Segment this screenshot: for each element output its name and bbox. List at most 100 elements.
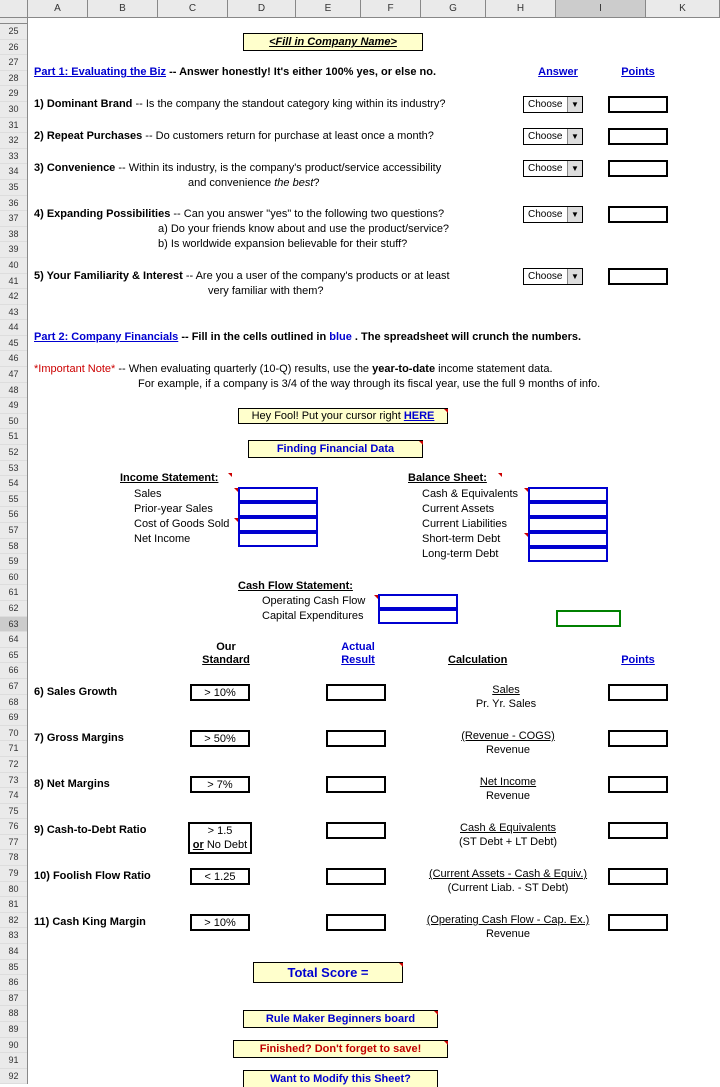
metric-6-std: > 10% (190, 684, 250, 701)
important-note: *Important Note* -- When evaluating quar… (34, 363, 553, 375)
q2: 2) Repeat Purchases -- Do customers retu… (34, 130, 434, 142)
metric-10-actual (326, 868, 386, 885)
income-sales: Sales (134, 488, 162, 500)
chevron-down-icon: ▼ (567, 129, 582, 144)
metric-10-calc1: (Current Assets - Cash & Equiv.) (418, 868, 598, 880)
q4-b: b) Is worldwide expansion believable for… (158, 238, 407, 250)
input-current-assets[interactable] (528, 502, 608, 517)
q4-points-box (608, 206, 668, 223)
q3-line2: and convenience the best? (188, 177, 320, 189)
income-statement-header: Income Statement: (120, 472, 218, 484)
metric-10-points (608, 868, 668, 885)
result-hdr: Result (326, 654, 390, 666)
metric-6-calc1: Sales (456, 684, 556, 696)
q5: 5) Your Familiarity & Interest -- Are yo… (34, 270, 450, 282)
bs-std: Short-term Debt (422, 533, 500, 545)
chevron-down-icon: ▼ (567, 269, 582, 284)
metric-6-calc2: Pr. Yr. Sales (456, 698, 556, 710)
answer-header: Answer (528, 66, 588, 78)
q1-points-box (608, 96, 668, 113)
metric-7-calc1: (Revenue - COGS) (428, 730, 588, 742)
income-net: Net Income (134, 533, 190, 545)
metric-8-calc1: Net Income (428, 776, 588, 788)
input-short-term-debt[interactable] (528, 532, 608, 547)
metric-8-std: > 7% (190, 776, 250, 793)
q3-choose-dropdown[interactable]: Choose▼ (523, 160, 583, 177)
input-capital-expenditures[interactable] (378, 609, 458, 624)
total-score-box: Total Score = (253, 962, 403, 983)
metric-11-label: 11) Cash King Margin (34, 916, 146, 928)
input-net-income[interactable] (238, 532, 318, 547)
finding-financial-data-box[interactable]: Finding Financial Data (248, 440, 423, 458)
q5-choose-dropdown[interactable]: Choose▼ (523, 268, 583, 285)
metric-11-calc2: Revenue (413, 928, 603, 940)
chevron-down-icon: ▼ (567, 207, 582, 222)
selected-cell[interactable] (556, 610, 621, 627)
income-prioryr: Prior-year Sales (134, 503, 213, 515)
column-headers: A B C D E F G H I K (0, 0, 720, 18)
part1-link[interactable]: Part 1: Evaluating the Biz (34, 66, 166, 78)
input-sales[interactable] (238, 487, 318, 502)
finished-save-box[interactable]: Finished? Don't forget to save! (233, 1040, 448, 1058)
cash-flow-header: Cash Flow Statement: (238, 580, 353, 592)
q4-choose-dropdown[interactable]: Choose▼ (523, 206, 583, 223)
metric-10-calc2: (Current Liab. - ST Debt) (418, 882, 598, 894)
q2-points-box (608, 128, 668, 145)
metric-9-std: > 1.5 or No Debt (188, 822, 252, 854)
part1-heading-line: Part 1: Evaluating the Biz -- Answer hon… (34, 66, 436, 78)
q4-a: a) Do your friends know about and use th… (158, 223, 449, 235)
hey-fool-box[interactable]: Hey Fool! Put your cursor right HERE (238, 408, 448, 424)
company-name-title[interactable]: <Fill in Company Name> (243, 33, 423, 51)
bs-cash: Cash & Equivalents (422, 488, 518, 500)
metric-7-std: > 50% (190, 730, 250, 747)
input-long-term-debt[interactable] (528, 547, 608, 562)
bs-ltd: Long-term Debt (422, 548, 498, 560)
metric-11-calc1: (Operating Cash Flow - Cap. Ex.) (413, 914, 603, 926)
want-to-modify-link[interactable]: Want to Modify this Sheet? (243, 1070, 438, 1087)
metric-9-calc1: Cash & Equivalents (428, 822, 588, 834)
metric-11-actual (326, 914, 386, 931)
metric-11-points (608, 914, 668, 931)
q4: 4) Expanding Possibilities -- Can you an… (34, 208, 444, 220)
metric-9-points (608, 822, 668, 839)
metric-7-label: 7) Gross Margins (34, 732, 124, 744)
metric-8-actual (326, 776, 386, 793)
input-cash-equiv[interactable] (528, 487, 608, 502)
q1: 1) Dominant Brand -- Is the company the … (34, 98, 445, 110)
q5-points-box (608, 268, 668, 285)
rule-maker-link[interactable]: Rule Maker Beginners board (243, 1010, 438, 1028)
row-headers: 2526272829303132333435363738394041424344… (0, 18, 28, 1084)
metric-9-calc2: (ST Debt + LT Debt) (428, 836, 588, 848)
metric-7-calc2: Revenue (428, 744, 588, 756)
q3-points-box (608, 160, 668, 177)
income-cogs: Cost of Goods Sold (134, 518, 229, 530)
metric-11-std: > 10% (190, 914, 250, 931)
actual-hdr: Actual (328, 641, 388, 653)
chevron-down-icon: ▼ (567, 97, 582, 112)
calculation-hdr: Calculation (448, 654, 507, 666)
input-prior-year-sales[interactable] (238, 502, 318, 517)
q5-line2: very familiar with them? (208, 285, 324, 297)
metric-8-calc2: Revenue (428, 790, 588, 802)
metric-10-label: 10) Foolish Flow Ratio (34, 870, 151, 882)
balance-sheet-header: Balance Sheet: (408, 472, 487, 484)
bs-ca: Current Assets (422, 503, 494, 515)
standard-hdr: Standard (186, 654, 266, 666)
q1-choose-dropdown[interactable]: Choose▼ (523, 96, 583, 113)
metric-9-label: 9) Cash-to-Debt Ratio (34, 824, 146, 836)
bs-cl: Current Liabilities (422, 518, 507, 530)
metric-7-actual (326, 730, 386, 747)
input-operating-cash-flow[interactable] (378, 594, 458, 609)
input-current-liab[interactable] (528, 517, 608, 532)
metric-7-points (608, 730, 668, 747)
metric-9-actual (326, 822, 386, 839)
metric-6-actual (326, 684, 386, 701)
our-hdr: Our (196, 641, 256, 653)
input-cogs[interactable] (238, 517, 318, 532)
important-note-2: For example, if a company is 3/4 of the … (138, 378, 600, 390)
part2-link[interactable]: Part 2: Company Financials (34, 331, 178, 343)
part2-heading: Part 2: Company Financials -- Fill in th… (34, 331, 581, 343)
cf-ocf: Operating Cash Flow (262, 595, 365, 607)
q2-choose-dropdown[interactable]: Choose▼ (523, 128, 583, 145)
metric-10-std: < 1.25 (190, 868, 250, 885)
